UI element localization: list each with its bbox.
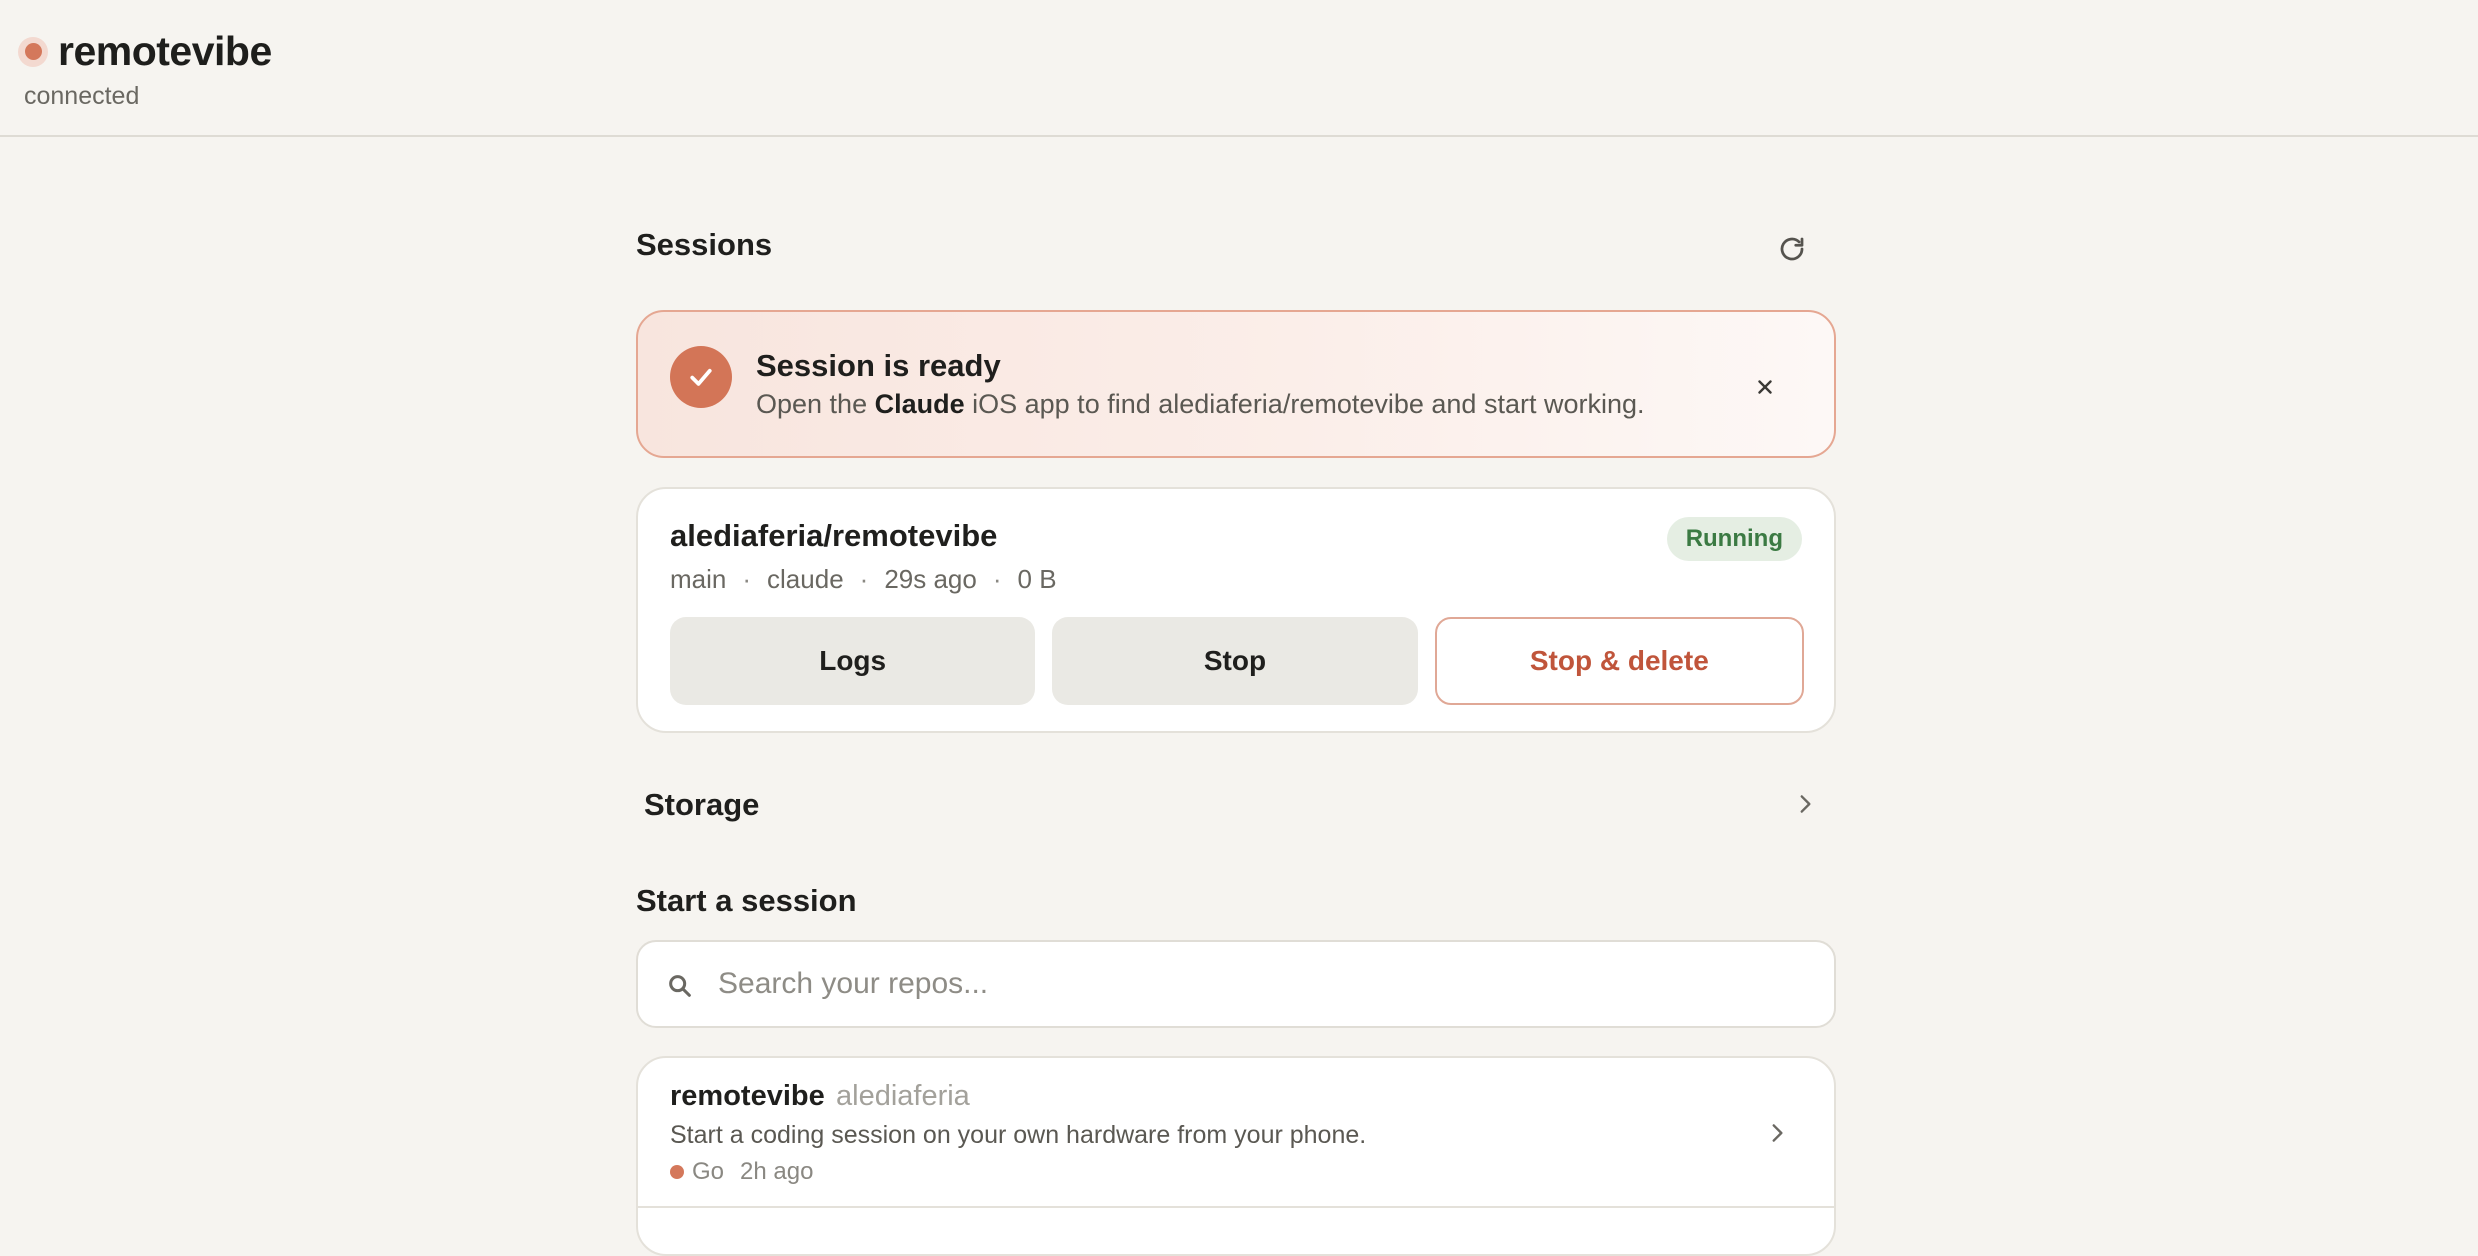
refresh-button[interactable] xyxy=(1770,227,1814,271)
chevron-right-icon xyxy=(1800,795,1811,813)
list-item[interactable]: remotevibe alediaferia Start a coding se… xyxy=(638,1058,1834,1208)
meta-separator: · xyxy=(859,564,869,594)
session-ready-banner: Session is ready Open the Claude iOS app… xyxy=(636,310,1836,458)
banner-text-prefix: Open the xyxy=(756,389,875,419)
storage-row[interactable]: Storage xyxy=(636,777,1836,831)
session-branch: main xyxy=(670,564,727,594)
sessions-title: Sessions xyxy=(636,227,773,262)
storage-label: Storage xyxy=(644,787,760,822)
repo-item-owner: alediaferia xyxy=(836,1080,970,1112)
session-started: 29s ago xyxy=(884,564,977,594)
banner-title: Session is ready xyxy=(756,348,1001,383)
refresh-icon xyxy=(1780,237,1804,261)
session-repo-name: alediaferia/remotevibe xyxy=(670,518,998,553)
check-icon xyxy=(670,346,732,408)
language-dot xyxy=(670,1165,684,1179)
status-badge: Running xyxy=(1666,517,1802,561)
repo-item-name: remotevibe xyxy=(670,1080,825,1112)
chevron-right-icon xyxy=(1772,1124,1783,1142)
logs-button[interactable]: Logs xyxy=(670,617,1036,705)
close-icon xyxy=(1758,380,1772,394)
start-session-title: Start a session xyxy=(636,883,857,918)
connection-status-dot xyxy=(18,36,48,67)
connection-status-text: connected xyxy=(24,82,140,110)
close-banner-button[interactable] xyxy=(1754,376,1776,398)
session-card: alediaferia/remotevibe Running main · cl… xyxy=(636,487,1836,733)
session-meta: main · claude · 29s ago · 0 B xyxy=(670,564,1057,595)
banner-app-name: Claude xyxy=(874,389,965,419)
search-icon xyxy=(669,975,691,997)
search-input[interactable] xyxy=(718,942,1808,1026)
stop-button[interactable]: Stop xyxy=(1052,617,1418,705)
session-size: 0 B xyxy=(1017,564,1057,594)
meta-separator: · xyxy=(742,564,752,594)
repo-item-description: Start a coding session on your own hardw… xyxy=(670,1121,1367,1149)
repo-item-updated: 2h ago xyxy=(740,1158,814,1185)
repo-search xyxy=(636,940,1836,1028)
top-bar: remotevibe connected xyxy=(0,0,2478,137)
app-name: remotevibe xyxy=(58,28,272,74)
repo-item-language: Go xyxy=(692,1158,725,1185)
meta-separator: · xyxy=(992,564,1002,594)
banner-message: Open the Claude iOS app to find alediafe… xyxy=(756,389,1645,420)
sessions-header: Sessions xyxy=(636,227,1836,267)
session-agent: claude xyxy=(767,564,844,594)
repo-item-meta: Go 2h ago xyxy=(670,1158,813,1186)
stop-and-delete-button[interactable]: Stop & delete xyxy=(1434,617,1804,705)
brand: remotevibe xyxy=(18,28,272,75)
session-actions: Logs Stop Stop & delete xyxy=(670,617,1804,705)
repo-list: remotevibe alediaferia Start a coding se… xyxy=(636,1056,1836,1256)
banner-text-suffix: iOS app to find alediaferia/remotevibe a… xyxy=(964,389,1645,419)
